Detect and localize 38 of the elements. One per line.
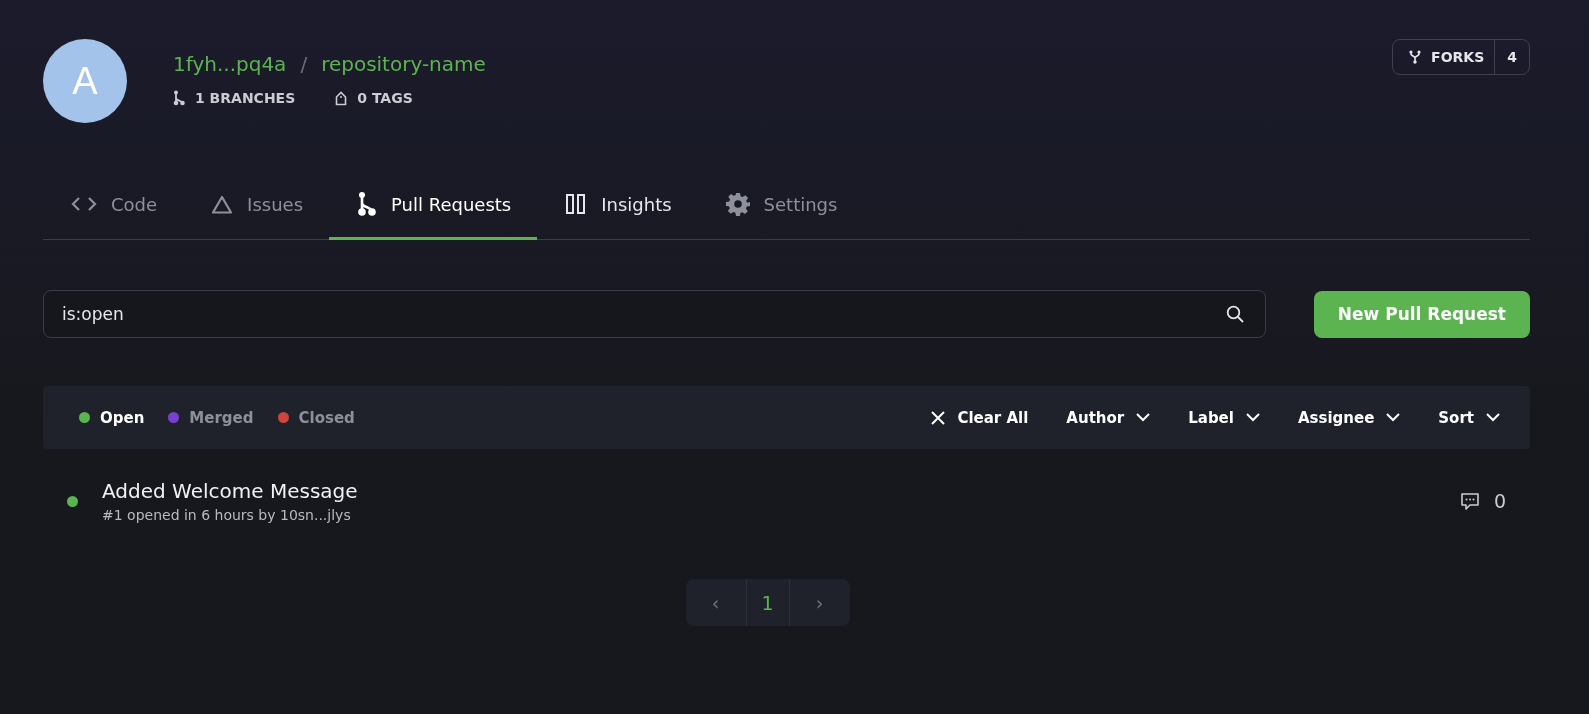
code-icon	[71, 196, 97, 212]
owner-link[interactable]: 1fyh...pq4a	[173, 52, 287, 76]
filter-dropdown[interactable]: Assignee	[1297, 408, 1401, 427]
path-separator: /	[300, 52, 308, 76]
tags-count[interactable]: 0 TAGS	[357, 90, 413, 106]
comment-icon	[1459, 491, 1480, 511]
search-field[interactable]: is:open	[43, 290, 1266, 338]
pull-request-meta: #1 opened in 6 hours by 10sn...jlys	[102, 507, 352, 523]
chevron-down-icon	[1245, 413, 1260, 422]
branches-count[interactable]: 1 BRANCHES	[195, 90, 296, 106]
triangle-icon	[211, 194, 234, 214]
repo-name-link[interactable]: repository-name	[321, 52, 486, 76]
branch-icon	[173, 90, 185, 106]
chevron-down-icon	[1136, 413, 1151, 422]
search-icon	[1225, 305, 1244, 323]
clear-all-button[interactable]: Clear All	[931, 408, 1029, 427]
forks-count: 4	[1506, 48, 1518, 67]
page-button[interactable]: 1	[745, 579, 790, 626]
forks-button[interactable]: FORKS 4	[1392, 39, 1530, 75]
tag-icon	[335, 90, 348, 106]
filter-dropdown[interactable]: Label	[1188, 408, 1260, 427]
avatar: A	[43, 39, 127, 123]
pull-request-title[interactable]: Added Welcome Message	[102, 479, 1460, 503]
filter-dropdown[interactable]: Sort	[1438, 408, 1500, 427]
columns-icon	[565, 193, 588, 215]
status-filter[interactable]: Open	[79, 408, 145, 427]
status-filter[interactable]: Closed	[277, 408, 355, 427]
filter-dropdown[interactable]: Author	[1066, 408, 1151, 427]
close-icon	[931, 410, 946, 425]
comment-count: 0	[1493, 490, 1506, 512]
tab[interactable]: Insights	[537, 183, 698, 240]
fork-icon	[1409, 50, 1422, 64]
branch-icon	[357, 191, 378, 217]
tab[interactable]: Pull Requests	[329, 183, 538, 240]
status-filter[interactable]: Merged	[168, 408, 254, 427]
settings-icon	[725, 192, 750, 216]
chevron-down-icon	[1486, 413, 1500, 422]
chevron-down-icon	[1386, 413, 1401, 422]
